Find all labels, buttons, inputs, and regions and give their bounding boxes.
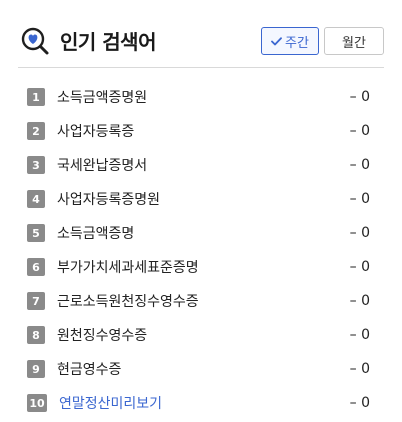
list-item[interactable]: 8 원천징수영수증 – 0	[27, 318, 370, 352]
header-divider	[18, 67, 384, 68]
tab-weekly[interactable]: 주간	[261, 27, 319, 55]
rank-badge: 7	[27, 292, 45, 310]
search-term-link[interactable]: 사업자등록증명원	[57, 189, 350, 209]
search-term-link[interactable]: 부가가치세과세표준증명	[57, 257, 350, 277]
list-item[interactable]: 4 사업자등록증명원 – 0	[27, 182, 370, 216]
rank-change: – 0	[349, 259, 370, 275]
list-item[interactable]: 2 사업자등록증 – 0	[27, 114, 370, 148]
rank-change: – 0	[349, 361, 370, 377]
rank-change: – 0	[349, 89, 370, 105]
search-term-link[interactable]: 근로소득원천징수영수증	[57, 291, 350, 311]
rank-badge: 8	[27, 326, 45, 344]
list-item[interactable]: 3 국세완납증명서 – 0	[27, 148, 370, 182]
list-item[interactable]: 7 근로소득원천징수영수증 – 0	[27, 284, 370, 318]
popular-search-widget: 인기 검색어 주간 월간 1 소득금액증명원 – 0 2 사업자등록증 – 0	[0, 0, 402, 422]
check-icon	[271, 36, 282, 45]
tab-monthly-label: 월간	[342, 35, 366, 51]
list-item[interactable]: 10 연말정산미리보기 – 0	[27, 386, 370, 420]
search-term-link[interactable]: 사업자등록증	[57, 121, 350, 141]
search-term-link[interactable]: 원천징수영수증	[57, 325, 350, 345]
list-item[interactable]: 9 현금영수증 – 0	[27, 352, 370, 386]
rank-change: – 0	[349, 191, 370, 207]
popular-search-list: 1 소득금액증명원 – 0 2 사업자등록증 – 0 3 국세완납증명서 – 0…	[27, 80, 370, 420]
rank-badge: 9	[27, 360, 45, 378]
period-tabs: 주간 월간	[261, 27, 384, 55]
magnifier-heart-icon	[21, 27, 49, 55]
widget-header: 인기 검색어 주간 월간	[18, 22, 384, 62]
rank-change: – 0	[349, 157, 370, 173]
search-term-link[interactable]: 현금영수증	[57, 359, 350, 379]
rank-change: – 0	[349, 123, 370, 139]
rank-badge: 2	[27, 122, 45, 140]
rank-change: – 0	[349, 293, 370, 309]
rank-badge: 3	[27, 156, 45, 174]
rank-badge: 5	[27, 224, 45, 242]
search-term-link[interactable]: 국세완납증명서	[57, 155, 350, 175]
rank-badge: 4	[27, 190, 45, 208]
search-term-link[interactable]: 소득금액증명	[57, 223, 350, 243]
list-item[interactable]: 1 소득금액증명원 – 0	[27, 80, 370, 114]
rank-change: – 0	[349, 225, 370, 241]
rank-badge: 10	[27, 394, 47, 412]
tab-weekly-label: 주간	[285, 35, 309, 51]
rank-change: – 0	[349, 395, 370, 411]
search-term-link[interactable]: 소득금액증명원	[57, 87, 350, 107]
rank-change: – 0	[349, 327, 370, 343]
list-item[interactable]: 6 부가가치세과세표준증명 – 0	[27, 250, 370, 284]
rank-badge: 1	[27, 88, 45, 106]
list-item[interactable]: 5 소득금액증명 – 0	[27, 216, 370, 250]
tab-monthly[interactable]: 월간	[324, 27, 384, 55]
rank-badge: 6	[27, 258, 45, 276]
widget-title: 인기 검색어	[60, 30, 156, 54]
search-term-link[interactable]: 연말정산미리보기	[59, 393, 350, 413]
